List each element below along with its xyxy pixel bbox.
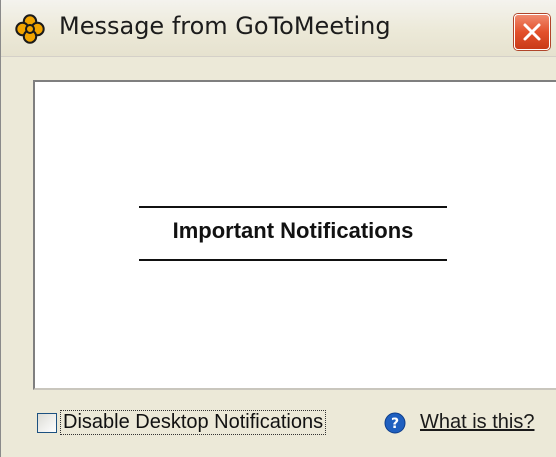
gotomeeting-flower-icon (15, 14, 45, 44)
notification-heading: Important Notifications (172, 218, 414, 243)
heading-top-rule (139, 206, 447, 208)
question-circle-icon[interactable]: ? (384, 412, 406, 434)
heading-bottom-rule (139, 259, 447, 261)
window-title: Message from GoToMeeting (59, 12, 391, 40)
disable-notifications-label[interactable]: Disable Desktop Notifications (59, 410, 327, 435)
disable-notifications-checkbox[interactable] (37, 413, 57, 433)
what-is-this-link[interactable]: What is this? (420, 411, 534, 434)
close-button[interactable] (514, 14, 550, 50)
message-dialog: Message from GoToMeeting Important Notif… (0, 0, 556, 457)
title-bar[interactable]: Message from GoToMeeting (1, 0, 556, 57)
notification-content-panel: Important Notifications (33, 80, 556, 390)
svg-text:?: ? (391, 416, 399, 432)
